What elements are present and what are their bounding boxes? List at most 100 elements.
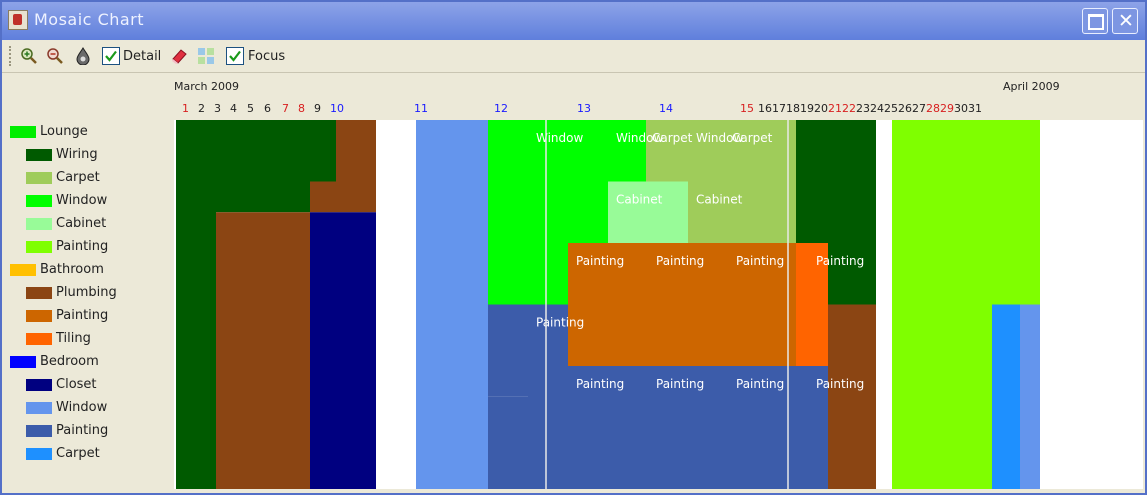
task-label: Painting (816, 254, 864, 268)
legend-swatch (26, 195, 52, 207)
mosaic-block[interactable] (828, 243, 876, 305)
mosaic-block[interactable] (796, 120, 828, 243)
close-button[interactable]: ✕ (1112, 8, 1138, 34)
day-tick-label: 3 (214, 102, 221, 115)
day-tick-label: 25 (884, 102, 898, 115)
mosaic-block[interactable] (528, 181, 608, 244)
legend-swatch (26, 448, 52, 460)
task-label: Carpet (732, 131, 773, 145)
legend-label: Painting (56, 239, 109, 254)
zoom-in-icon[interactable] (20, 47, 38, 65)
mosaic-block[interactable] (336, 120, 376, 213)
legend-label: Cabinet (56, 216, 107, 231)
legend-swatch (26, 287, 52, 299)
task-label: Cabinet (696, 193, 743, 207)
day-tick-label: 22 (842, 102, 856, 115)
mosaic-block[interactable] (488, 396, 528, 489)
mosaic-block[interactable] (528, 243, 568, 305)
day-tick-label: 30 (954, 102, 968, 115)
mosaic-block[interactable] (488, 120, 528, 305)
day-tick-label: 26 (898, 102, 912, 115)
mosaic-block[interactable] (336, 212, 376, 489)
mosaic-chart[interactable]: March 2009 April 2009 1 2 3 4 5 6 7 8 9 10 11 12 13 1… (174, 74, 1145, 493)
mosaic-block[interactable] (216, 212, 310, 489)
mosaic-block[interactable] (828, 120, 876, 243)
task-label: Painting (576, 254, 624, 268)
legend-label: Bathroom (40, 262, 104, 277)
day-tick-label: 20 (814, 102, 828, 115)
grid-icon[interactable] (197, 47, 215, 65)
mosaic-block[interactable] (176, 120, 336, 182)
mosaic-block[interactable] (1020, 304, 1040, 490)
legend-label: Window (56, 193, 108, 208)
legend-swatch (26, 425, 52, 437)
mosaic-block[interactable] (646, 120, 796, 182)
mosaic-block[interactable] (876, 120, 892, 489)
legend-swatch (26, 149, 52, 161)
legend-label: Painting (56, 423, 109, 438)
mosaic-block[interactable] (1006, 304, 1020, 490)
legend-swatch (10, 356, 36, 368)
day-tick-label: 31 (968, 102, 982, 115)
mosaic-block[interactable] (1020, 120, 1040, 305)
day-tick-label: 15 (740, 102, 754, 115)
toolbar: Detail Focus (2, 40, 1145, 73)
legend-label: Bedroom (40, 354, 99, 369)
mosaic-block[interactable] (310, 181, 336, 213)
fill-drop-icon[interactable] (74, 47, 92, 66)
legend-swatch (10, 264, 36, 276)
mosaic-block[interactable] (828, 304, 876, 490)
day-tick-label: 12 (494, 102, 508, 115)
legend-swatch (26, 333, 52, 345)
mosaic-block[interactable] (176, 181, 216, 490)
eraser-icon[interactable] (170, 47, 188, 65)
legend-label: Window (56, 400, 108, 415)
mosaic-block[interactable] (992, 304, 1006, 490)
legend-label: Carpet (56, 170, 100, 185)
task-label: Painting (656, 254, 704, 268)
mosaic-block[interactable] (528, 304, 568, 367)
mosaic-block[interactable] (608, 181, 688, 244)
mosaic-block[interactable] (376, 120, 416, 489)
title-bar[interactable]: Mosaic Chart ✕ (2, 2, 1145, 40)
mosaic-block[interactable] (688, 181, 796, 244)
day-tick-label: 2 (198, 102, 205, 115)
toolbar-grip[interactable] (9, 46, 14, 66)
legend-swatch (26, 310, 52, 322)
mosaic-block[interactable] (1006, 120, 1020, 305)
day-tick-label: 23 (856, 102, 870, 115)
legend-label: Tiling (56, 331, 91, 346)
task-label: Painting (576, 377, 624, 391)
legend-label: Plumbing (56, 285, 117, 300)
day-tick-label: 6 (264, 102, 271, 115)
legend-label: Lounge (40, 124, 88, 139)
task-label: Painting (536, 316, 584, 330)
legend-label: Carpet (56, 446, 100, 461)
mosaic-block[interactable] (216, 181, 310, 213)
legend-swatch (26, 218, 52, 230)
mosaic-block[interactable] (992, 120, 1006, 305)
detail-label[interactable]: Detail (123, 49, 161, 64)
task-label: Painting (816, 377, 864, 391)
focus-checkbox[interactable] (226, 47, 244, 65)
zoom-out-icon[interactable] (46, 47, 64, 65)
focus-label[interactable]: Focus (248, 49, 285, 64)
detail-checkbox[interactable] (102, 47, 120, 65)
mosaic-block[interactable] (416, 120, 488, 489)
legend-panel: Lounge Wiring Carpet Window Cabinet Painting B… (6, 74, 172, 493)
day-tick-label: 17 (772, 102, 786, 115)
task-label: Carpet (652, 131, 693, 145)
maximize-button[interactable] (1082, 8, 1108, 34)
legend-swatch (10, 126, 36, 138)
mosaic-block[interactable] (310, 212, 336, 489)
day-tick-label: 10 (330, 102, 344, 115)
day-tick-label: 4 (230, 102, 237, 115)
mosaic-chart-window: Mosaic Chart ✕ Detail Focus Lounge Wiring… (0, 0, 1147, 495)
day-tick-label: 24 (870, 102, 884, 115)
mosaic-block[interactable] (488, 304, 528, 397)
legend-swatch (26, 379, 52, 391)
mosaic-block[interactable] (892, 120, 992, 489)
day-tick-label: 18 (786, 102, 800, 115)
day-tick-label: 1 (182, 102, 189, 115)
mosaic-plot[interactable]: 1 2 3 4 5 6 7 8 9 10 11 12 13 14 15 16 17 18 19 20 21 22 23 24 2… (174, 74, 1145, 493)
